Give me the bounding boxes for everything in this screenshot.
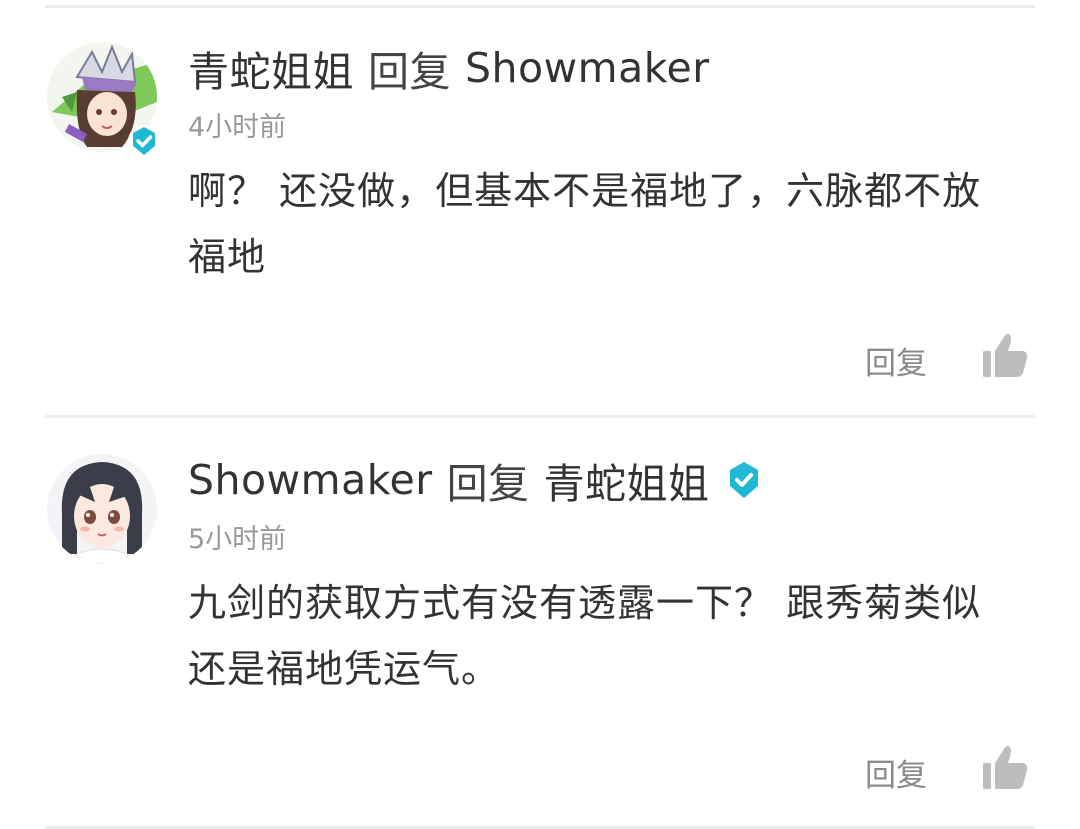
thumbs-up-icon[interactable]	[980, 331, 1030, 381]
comment-timestamp: 5小时前	[188, 524, 287, 555]
reply-target-name[interactable]: 青蛇姐姐	[544, 450, 710, 510]
comment-body: 九剑的获取方式有没有透露一下？ 跟秀菊类似还是福地凭运气。	[188, 581, 982, 691]
anime-avatar-dark-haired-girl-icon	[47, 454, 157, 564]
verified-check-icon	[729, 462, 758, 498]
reply-target-name[interactable]: Showmaker	[465, 44, 710, 92]
comment-header: Showmaker 回复 青蛇姐姐	[188, 454, 764, 508]
avatar[interactable]	[47, 42, 160, 157]
comment-item: 青蛇姐姐 回复 Showmaker 4小时前 啊？ 还没做，但基本不是福地了，六…	[0, 0, 1080, 410]
verified-check-icon	[128, 125, 160, 157]
author-name[interactable]: Showmaker	[188, 456, 433, 504]
comment-body: 啊？ 还没做，但基本不是福地了，六脉都不放福地	[188, 169, 982, 279]
reply-to-label: 回复	[446, 460, 530, 508]
thumbs-up-icon[interactable]	[980, 743, 1030, 793]
author-name[interactable]: 青蛇姐姐	[188, 38, 354, 98]
avatar[interactable]	[47, 454, 159, 566]
comment-item: Showmaker 回复 青蛇姐姐 5小时前 九剑的获取方式有没有透露一下？ 跟…	[0, 412, 1080, 822]
comment-timestamp: 4小时前	[188, 112, 287, 143]
reply-to-label: 回复	[368, 48, 451, 96]
reply-button[interactable]: 回复	[865, 750, 927, 795]
reply-button[interactable]: 回复	[865, 338, 927, 383]
comment-header: 青蛇姐姐 回复 Showmaker	[188, 42, 710, 96]
